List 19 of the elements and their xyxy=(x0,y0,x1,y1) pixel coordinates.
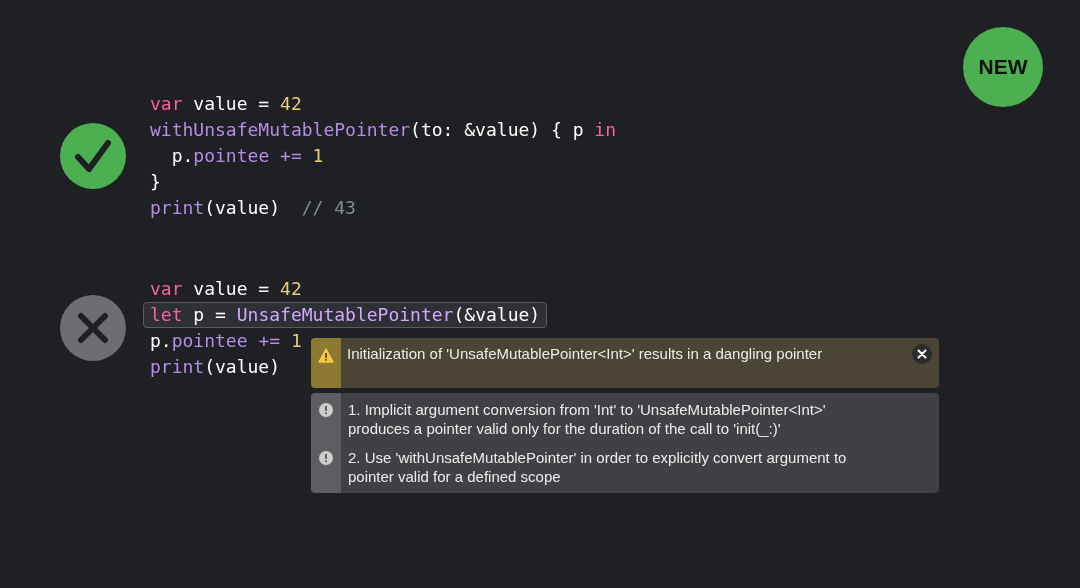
code-line: withUnsafeMutablePointer(to: &value) { p in xyxy=(150,118,616,142)
code-line: print(value) xyxy=(150,355,281,379)
note-text: 1. Implicit argument conversion from 'Int' to 'UnsafeMutablePointer<Int>' produces a pointer valid only for the duration of the call to 'init(_:)' xyxy=(348,400,827,438)
info-icon xyxy=(319,451,333,465)
note-text: 2. Use 'withUnsafeMutablePointer' in order to explicitly convert argument to pointer valid for a defined scope xyxy=(348,448,848,486)
code-line: var value = 42 xyxy=(150,277,302,301)
close-button[interactable] xyxy=(912,344,932,364)
code-line: print(value) // 43 xyxy=(150,196,356,220)
close-icon xyxy=(917,349,927,359)
info-icon xyxy=(319,403,333,417)
warning-message: Initialization of 'UnsafeMutablePointer<Int>' results in a dangling pointer xyxy=(346,344,824,364)
checkmark-icon xyxy=(60,123,126,189)
code-line: var value = 42 xyxy=(150,92,302,116)
warning-icon xyxy=(318,348,334,363)
new-badge: NEW xyxy=(963,27,1043,107)
code-line: p.pointee += 1 xyxy=(150,329,302,353)
code-line: p.pointee += 1 xyxy=(170,144,324,168)
code-line: } xyxy=(150,170,161,194)
cross-icon xyxy=(60,295,126,361)
